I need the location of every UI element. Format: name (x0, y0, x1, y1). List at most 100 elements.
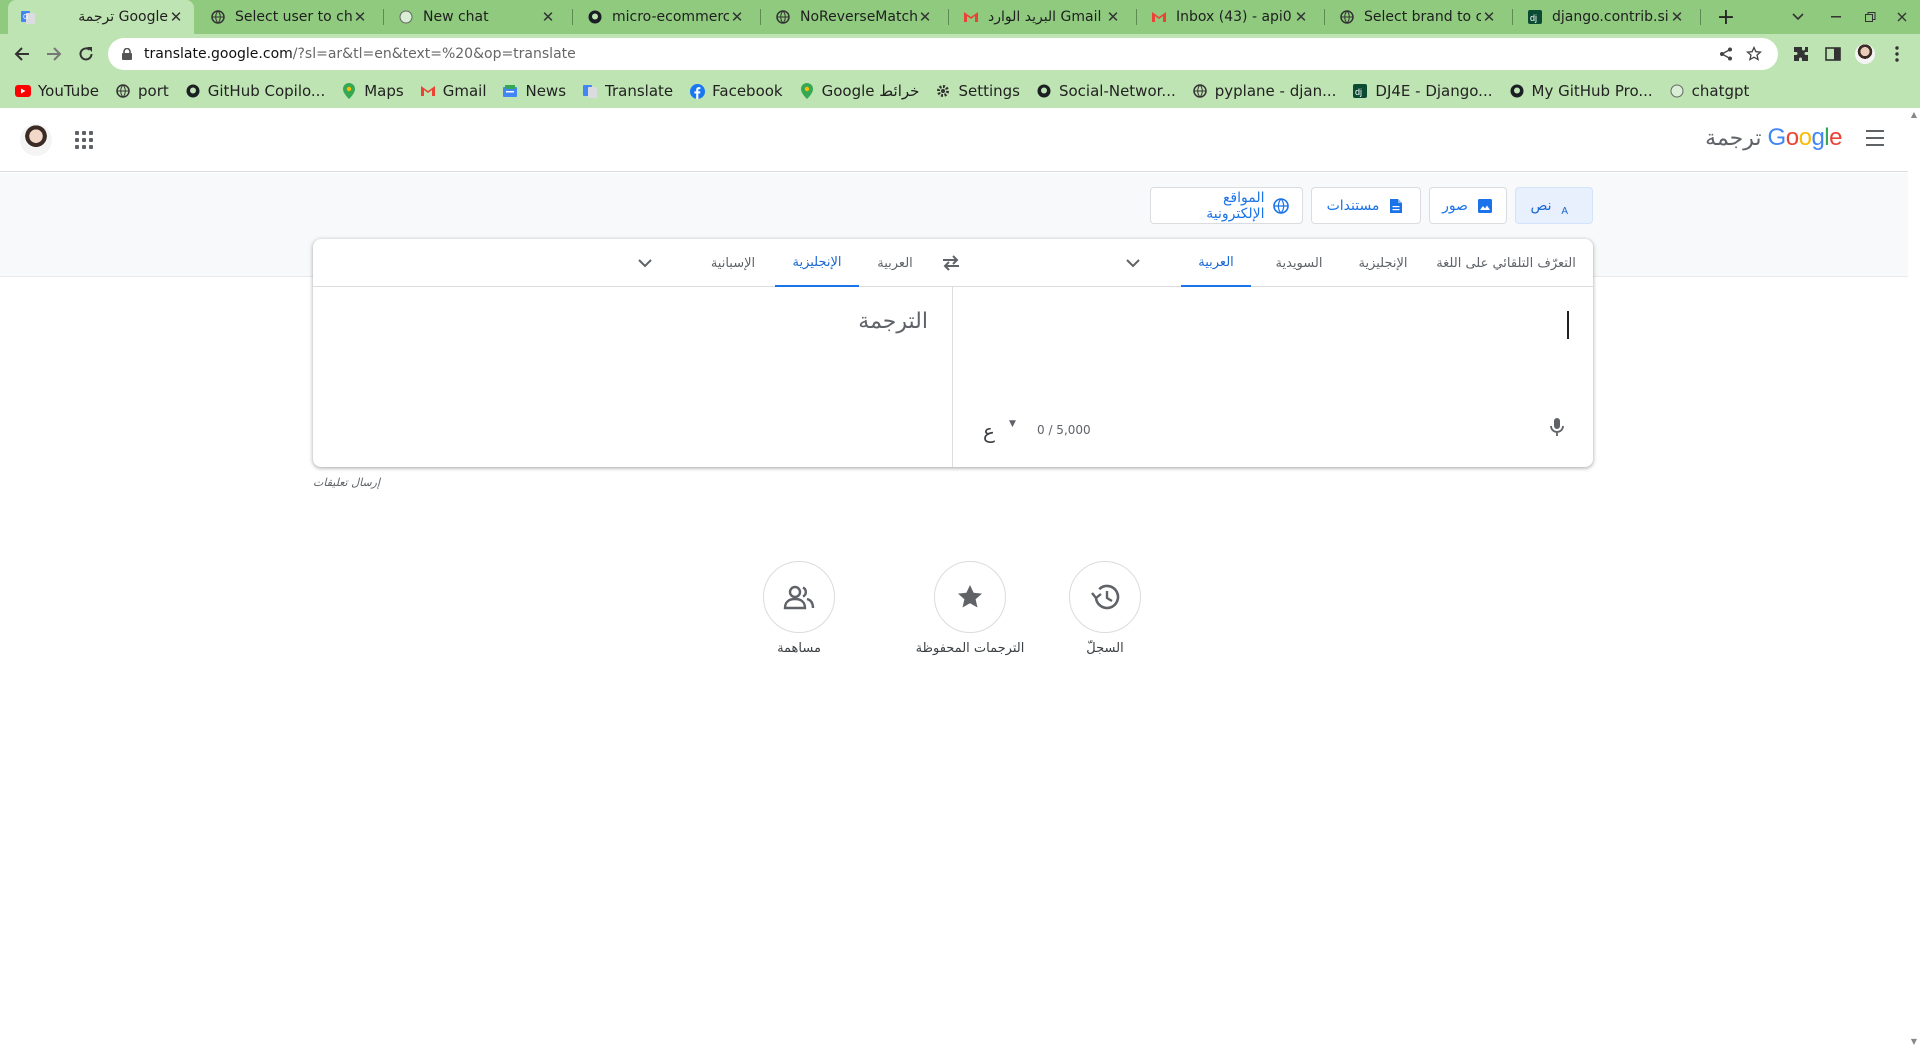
profile-avatar[interactable] (1855, 44, 1875, 64)
tab-gmail-arabic[interactable]: البريد الوارد Gmail - ✕ (951, 0, 1131, 34)
mode-label: صور (1442, 197, 1468, 214)
contribute-shortcut[interactable]: مساهمة (729, 561, 869, 656)
input-tools-dropdown-icon[interactable]: ▼ (1009, 419, 1016, 429)
bookmark-facebook[interactable]: Facebook (687, 78, 790, 104)
microphone-icon[interactable] (1545, 415, 1569, 439)
tab-noreversematch[interactable]: NoReverseMatch a ✕ (763, 0, 943, 34)
avatar[interactable] (20, 124, 52, 156)
url-host: translate.google.com (144, 46, 293, 62)
close-icon[interactable]: ✕ (540, 8, 556, 26)
tab-micro-ecommerce[interactable]: micro-ecommerce ✕ (575, 0, 755, 34)
gear-icon (935, 83, 951, 99)
close-icon[interactable]: ✕ (1481, 8, 1497, 26)
forward-button[interactable] (40, 40, 68, 68)
shortcut-label: السجلّ (1086, 641, 1124, 656)
bookmarks-bar: YouTube port GitHub Copilo... Maps Gmail… (0, 74, 1920, 108)
bookmark-port[interactable]: port (113, 78, 177, 104)
source-lang-english[interactable]: الإنجليزية (1343, 239, 1423, 287)
history-shortcut[interactable]: السجلّ (1035, 561, 1175, 656)
close-icon[interactable]: ✕ (352, 8, 368, 26)
url-text[interactable]: translate.google.com/?sl=ar&tl=en&text=%… (144, 46, 576, 62)
minimize-button[interactable] (1818, 0, 1854, 34)
people-icon[interactable] (763, 561, 835, 633)
bookmark-my-github[interactable]: My GitHub Pro... (1507, 78, 1661, 104)
bookmark-label: Maps (364, 82, 404, 100)
saved-translations-shortcut[interactable]: الترجمات المحفوظة (900, 561, 1040, 656)
new-tab-button[interactable]: + (1712, 3, 1740, 31)
bookmark-github-copilot[interactable]: GitHub Copilo... (183, 78, 333, 104)
tab-title: Select user to chan (235, 9, 352, 25)
google-translate-logo[interactable]: ترجمة Google (1705, 124, 1842, 152)
target-lang-spanish[interactable]: الإسبانية (697, 239, 769, 287)
source-lang-swedish[interactable]: السويدية (1263, 239, 1335, 287)
star-icon[interactable] (934, 561, 1006, 633)
history-icon[interactable] (1069, 561, 1141, 633)
restore-button[interactable] (1852, 0, 1888, 34)
globe-icon (1192, 83, 1208, 99)
tab-search-button[interactable] (1780, 0, 1816, 34)
mode-label: نص (1530, 197, 1552, 214)
source-lang-more-chevron-icon[interactable] (1121, 251, 1145, 275)
language-bar: التعرّف التلقائي على اللغة الإنجليزية ال… (313, 239, 1593, 287)
translation-output: الترجمة (313, 287, 952, 467)
mode-websites-button[interactable]: المواقع الإلكترونية (1150, 187, 1303, 224)
bookmark-youtube[interactable]: YouTube (13, 78, 107, 104)
target-lang-arabic[interactable]: العربية (859, 239, 931, 287)
source-text-input[interactable]: ع ▼ 0 / 5,000 (953, 287, 1593, 467)
share-icon[interactable] (1716, 44, 1736, 64)
bookmark-social-network[interactable]: Social-Networ... (1034, 78, 1184, 104)
more-menu-icon[interactable] (1887, 44, 1907, 64)
star-icon[interactable] (1744, 44, 1764, 64)
bookmark-label: DJ4E - Django... (1375, 82, 1493, 100)
tab-new-chat[interactable]: New chat ✕ (386, 0, 566, 34)
mode-text-button[interactable]: 文A نص (1515, 187, 1593, 224)
bookmark-maps[interactable]: Maps (339, 78, 411, 104)
close-icon[interactable]: ✕ (1105, 8, 1121, 26)
bookmark-news[interactable]: News (500, 78, 574, 104)
bookmark-dj4e[interactable]: dj DJ4E - Django... (1350, 78, 1500, 104)
text-caret (1567, 311, 1569, 339)
bookmark-label: GitHub Copilo... (207, 82, 326, 100)
main-menu-icon[interactable] (1866, 130, 1884, 146)
bookmark-google-maps-arabic[interactable]: Google خرائط (797, 78, 928, 104)
chatgpt-icon (398, 9, 414, 25)
close-icon[interactable]: ✕ (1293, 8, 1309, 26)
bookmark-label: Google خرائط (821, 82, 920, 100)
bookmark-settings[interactable]: Settings (933, 78, 1028, 104)
extensions-icon[interactable] (1791, 44, 1811, 64)
bookmark-pyplane[interactable]: pyplane - djan... (1190, 78, 1345, 104)
reload-button[interactable] (72, 40, 100, 68)
target-lang-more-chevron-icon[interactable] (633, 251, 657, 275)
tab-google-translate[interactable]: G ترجمة Google ✕ (8, 0, 194, 34)
source-lang-detect[interactable]: التعرّف التلقائي على اللغة (1431, 239, 1581, 287)
back-button[interactable] (8, 40, 36, 68)
close-icon[interactable]: ✕ (168, 8, 184, 26)
globe-icon (1272, 197, 1290, 215)
send-feedback-link[interactable]: إرسال تعليقات (313, 476, 380, 489)
apps-grid-icon[interactable] (72, 128, 96, 152)
tab-gmail-inbox[interactable]: Inbox (43) - api015 ✕ (1139, 0, 1319, 34)
mode-images-button[interactable]: صور (1429, 187, 1507, 224)
bookmark-label: chatgpt (1691, 82, 1750, 100)
close-icon[interactable]: ✕ (1669, 8, 1685, 26)
page-header: ترجمة Google (0, 108, 1908, 172)
address-bar[interactable]: translate.google.com/?sl=ar&tl=en&text=%… (108, 38, 1778, 70)
bookmark-translate[interactable]: Translate (580, 78, 681, 104)
swap-languages-icon[interactable] (939, 251, 963, 275)
news-icon (502, 83, 518, 99)
lock-icon[interactable] (120, 47, 134, 61)
source-lang-arabic[interactable]: العربية (1181, 239, 1251, 287)
close-window-button[interactable] (1884, 0, 1920, 34)
bookmark-chatgpt[interactable]: chatgpt (1667, 78, 1758, 104)
close-icon[interactable]: ✕ (729, 8, 745, 26)
target-lang-english[interactable]: الإنجليزية (775, 239, 859, 287)
side-panel-icon[interactable] (1823, 44, 1843, 64)
mode-documents-button[interactable]: مستندات (1311, 187, 1421, 224)
page-scrollbar[interactable]: ▲ ▼ (1908, 108, 1920, 1048)
close-icon[interactable]: ✕ (917, 8, 933, 26)
tab-django-contrib[interactable]: dj django.contrib.sit ✕ (1515, 0, 1695, 34)
tab-select-brand[interactable]: Select brand to ch ✕ (1327, 0, 1507, 34)
input-tools-button[interactable]: ع (983, 419, 995, 443)
tab-select-user[interactable]: Select user to chan ✕ (198, 0, 378, 34)
bookmark-gmail[interactable]: Gmail (418, 78, 495, 104)
